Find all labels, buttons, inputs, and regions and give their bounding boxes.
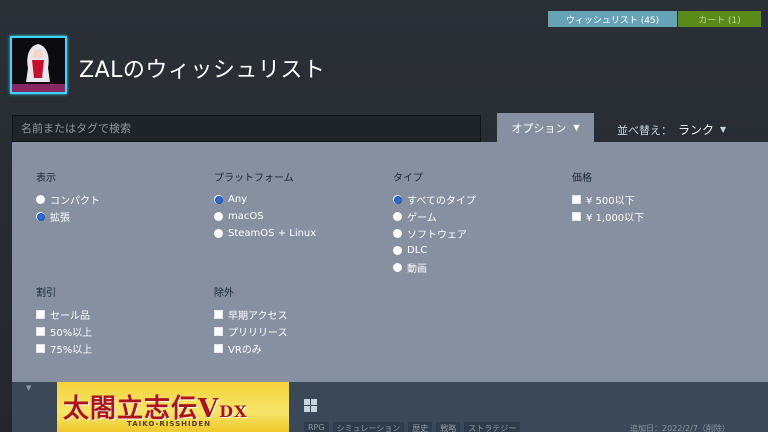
- options-tab[interactable]: オプション ▼: [497, 113, 594, 142]
- type-title: タイプ: [393, 173, 423, 184]
- radio-selected-icon: [393, 195, 402, 204]
- tag[interactable]: 戦略: [436, 422, 461, 432]
- tag[interactable]: RPG: [304, 422, 329, 432]
- option-label: 75%以上: [50, 345, 93, 356]
- option-label: Any: [228, 194, 248, 205]
- option-label: ¥ 500以下: [586, 196, 635, 207]
- display-option-expanded[interactable]: 拡張: [36, 208, 100, 225]
- sort-value: ランク: [678, 123, 715, 137]
- option-label: プリリリース: [228, 328, 288, 339]
- search-input[interactable]: [12, 115, 481, 142]
- avatar[interactable]: [10, 36, 67, 94]
- exclude-group: 除外 早期アクセス プリリリース VRのみ: [214, 284, 288, 357]
- checkbox-icon: [572, 195, 581, 204]
- option-label: 早期アクセス: [228, 311, 288, 322]
- option-label: すべてのタイプ: [407, 196, 476, 207]
- price-option-1000[interactable]: ¥ 1,000以下: [572, 208, 644, 225]
- type-option-video[interactable]: 動画: [393, 259, 476, 276]
- option-label: 拡張: [50, 213, 70, 224]
- checkbox-icon: [214, 310, 223, 319]
- sort-dropdown[interactable]: 並べ替え： ランク ▼: [617, 121, 726, 138]
- platform-title: プラットフォーム: [214, 173, 294, 184]
- tag[interactable]: ストラテジー: [464, 422, 521, 432]
- checkbox-icon: [36, 344, 45, 353]
- game-capsule-image[interactable]: 太閤立志伝VDX TAIKO-RISSHIDEN: [57, 382, 289, 432]
- options-label: オプション: [511, 121, 567, 135]
- radio-icon: [393, 246, 402, 255]
- option-label: ソフトウェア: [407, 230, 467, 241]
- type-option-game[interactable]: ゲーム: [393, 208, 476, 225]
- added-date: 追加日：2022/2/7（削除）: [630, 424, 730, 432]
- exclude-title: 除外: [214, 288, 234, 299]
- checkbox-icon: [36, 310, 45, 319]
- sort-label: 並べ替え：: [617, 123, 672, 137]
- option-label: VRのみ: [228, 345, 262, 356]
- option-label: 動画: [407, 264, 427, 275]
- caret-down-icon: ▼: [720, 125, 727, 134]
- options-panel: 表示 コンパクト 拡張 プラットフォーム Any macOS SteamOS +…: [12, 142, 768, 382]
- tag[interactable]: シミュレーション: [332, 422, 405, 432]
- page-title: ZALのウィッシュリスト: [79, 58, 326, 83]
- platform-group: プラットフォーム Any macOS SteamOS + Linux: [214, 169, 316, 242]
- type-option-software[interactable]: ソフトウェア: [393, 225, 476, 242]
- checkbox-icon: [214, 327, 223, 336]
- display-group: 表示 コンパクト 拡張: [36, 169, 100, 225]
- game-tags: RPG シミュレーション 歴史 戦略 ストラテジー: [304, 422, 521, 432]
- discount-option-75[interactable]: 75%以上: [36, 340, 92, 357]
- checkbox-icon: [214, 344, 223, 353]
- display-option-compact[interactable]: コンパクト: [36, 191, 100, 208]
- platform-option-macos[interactable]: macOS: [214, 208, 316, 225]
- radio-icon: [36, 195, 45, 204]
- radio-icon: [214, 229, 223, 238]
- discount-option-50[interactable]: 50%以上: [36, 323, 92, 340]
- option-label: DLC: [407, 245, 428, 256]
- option-label: セール品: [50, 311, 90, 322]
- type-group: タイプ すべてのタイプ ゲーム ソフトウェア DLC 動画: [393, 169, 476, 276]
- radio-icon: [214, 212, 223, 221]
- checkbox-icon: [36, 327, 45, 336]
- wishlist-button[interactable]: ウィッシュリスト (45): [548, 11, 677, 27]
- radio-icon: [393, 212, 402, 221]
- option-label: コンパクト: [50, 196, 100, 207]
- option-label: ゲーム: [407, 213, 437, 224]
- price-title: 価格: [572, 173, 592, 184]
- discount-group: 割引 セール品 50%以上 75%以上: [36, 284, 92, 357]
- type-option-all[interactable]: すべてのタイプ: [393, 191, 476, 208]
- avatar-image: [12, 38, 65, 92]
- radio-selected-icon: [36, 212, 45, 221]
- exclude-option-early-access[interactable]: 早期アクセス: [214, 306, 288, 323]
- radio-selected-icon: [214, 195, 223, 204]
- capsule-subtitle: TAIKO-RISSHIDEN: [127, 420, 212, 428]
- display-title: 表示: [36, 173, 56, 184]
- price-option-500[interactable]: ¥ 500以下: [572, 191, 644, 208]
- exclude-option-prerelease[interactable]: プリリリース: [214, 323, 288, 340]
- drag-handle-icon[interactable]: ▼: [26, 384, 31, 392]
- option-label: macOS: [228, 211, 264, 222]
- cart-button[interactable]: カート (1): [678, 11, 761, 27]
- option-label: ¥ 1,000以下: [586, 213, 645, 224]
- option-label: SteamOS + Linux: [228, 228, 317, 239]
- price-group: 価格 ¥ 500以下 ¥ 1,000以下: [572, 169, 644, 225]
- caret-down-icon: ▼: [573, 123, 580, 132]
- exclude-option-vr-only[interactable]: VRのみ: [214, 340, 288, 357]
- windows-icon: [304, 399, 317, 412]
- platform-option-any[interactable]: Any: [214, 191, 316, 208]
- discount-option-sale[interactable]: セール品: [36, 306, 92, 323]
- discount-title: 割引: [36, 288, 56, 299]
- platform-option-linux[interactable]: SteamOS + Linux: [214, 225, 316, 242]
- tag[interactable]: 歴史: [408, 422, 433, 432]
- type-option-dlc[interactable]: DLC: [393, 242, 476, 259]
- radio-icon: [393, 229, 402, 238]
- radio-icon: [393, 263, 402, 272]
- checkbox-icon: [572, 212, 581, 221]
- option-label: 50%以上: [50, 328, 93, 339]
